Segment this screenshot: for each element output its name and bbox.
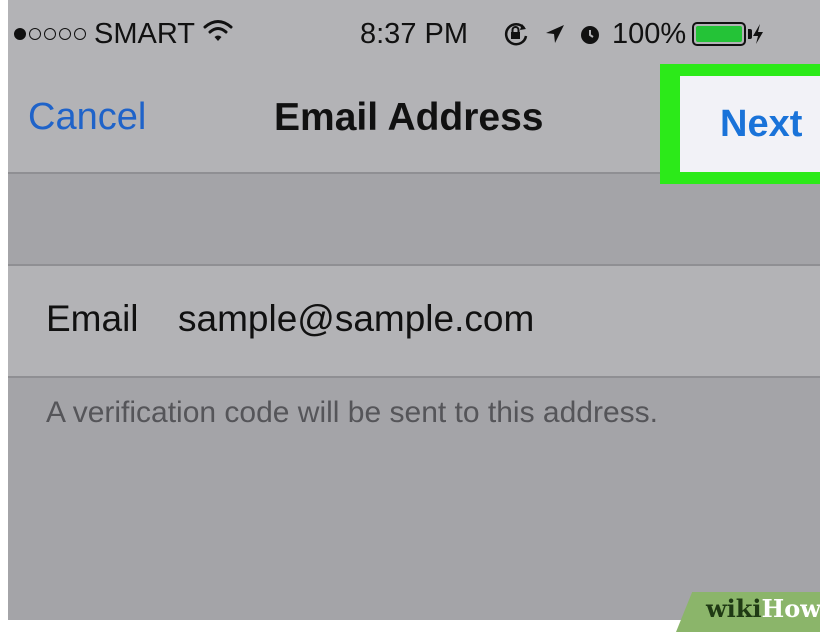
email-field[interactable]: sample@sample.com bbox=[178, 298, 534, 340]
battery-percentage: 100% bbox=[612, 17, 687, 50]
next-button[interactable]: Next bbox=[680, 76, 820, 172]
battery-level bbox=[696, 26, 743, 42]
location-arrow-icon bbox=[544, 23, 566, 45]
status-left: SMART bbox=[14, 14, 233, 54]
navigation-bar: Cancel Email Address Next bbox=[8, 64, 820, 184]
wikihow-logo: wikiHow bbox=[706, 594, 820, 623]
carrier-name: SMART bbox=[94, 17, 195, 50]
status-right: 100% bbox=[502, 14, 764, 54]
email-label: Email bbox=[46, 298, 139, 339]
battery-icon bbox=[692, 22, 747, 46]
charging-icon bbox=[752, 23, 764, 45]
verification-note: A verification code will be sent to this… bbox=[46, 396, 658, 429]
status-bar: SMART 8:37 PM 100% bbox=[8, 0, 820, 72]
cancel-button[interactable]: Cancel bbox=[28, 96, 146, 139]
alarm-icon bbox=[578, 22, 602, 46]
orientation-lock-icon bbox=[502, 20, 530, 48]
status-time: 8:37 PM bbox=[360, 17, 468, 50]
wifi-icon bbox=[203, 18, 233, 51]
screen: SMART 8:37 PM 100% Cancel Email Address … bbox=[8, 0, 820, 620]
signal-strength-icon bbox=[14, 28, 86, 40]
page-title: Email Address bbox=[274, 96, 544, 139]
email-field-row[interactable]: Email sample@sample.com bbox=[8, 264, 820, 378]
